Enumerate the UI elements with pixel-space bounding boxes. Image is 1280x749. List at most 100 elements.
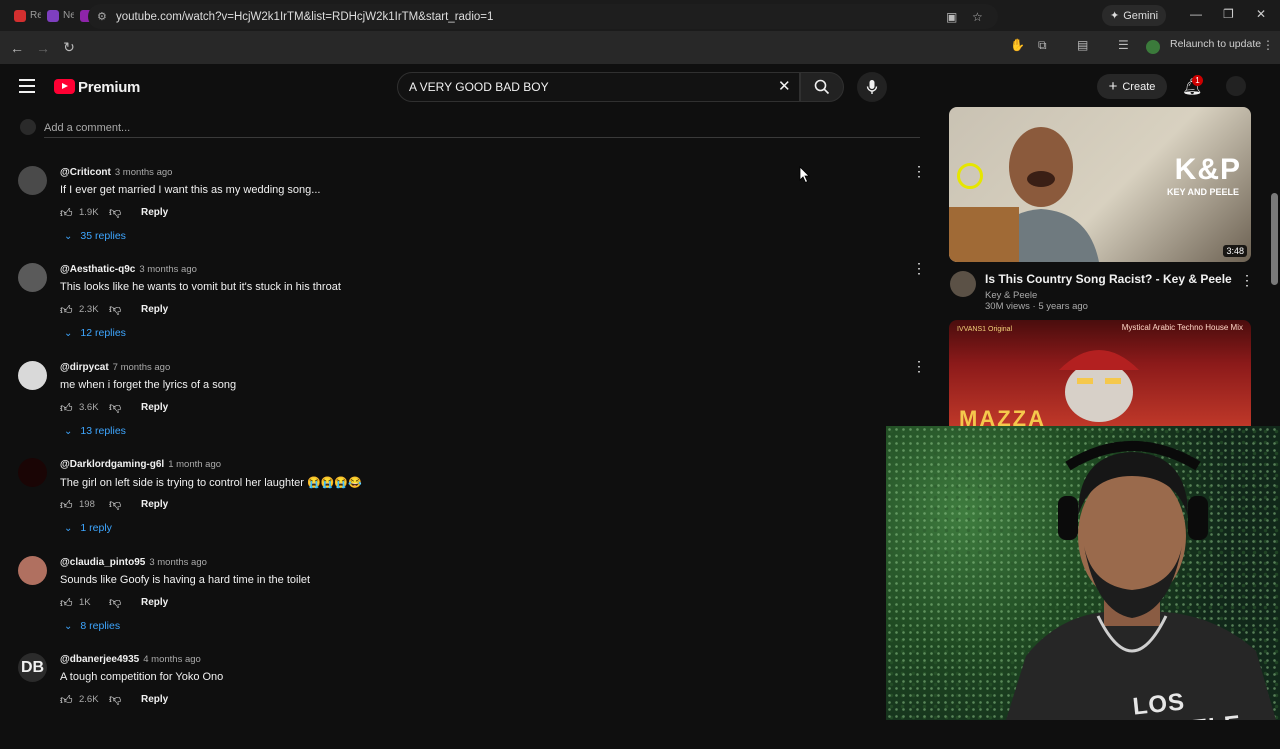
maximize-icon[interactable]: ❐ — [1223, 7, 1234, 21]
comment-timestamp[interactable]: 3 months ago — [139, 264, 197, 275]
tab-favicon-icon — [47, 9, 59, 22]
browser-tab[interactable]: Re — [8, 4, 41, 28]
dislike-icon[interactable]: 👎︎ — [109, 497, 123, 512]
gemini-button[interactable]: ✦ Gemini — [1102, 5, 1166, 26]
comment-author[interactable]: @Criticont — [60, 167, 111, 178]
commenter-avatar[interactable]: DB — [18, 653, 47, 682]
like-icon[interactable]: 👍︎ — [60, 207, 73, 219]
relaunch-to-update-button[interactable]: Relaunch to update — [1170, 38, 1261, 50]
dislike-icon[interactable]: 👎︎ — [109, 302, 123, 317]
browser-tab[interactable]: Ne — [41, 4, 74, 28]
comment-timestamp[interactable]: 3 months ago — [115, 167, 173, 178]
video-title[interactable]: Is This Country Song Racist? - Key & Pee… — [985, 272, 1232, 286]
replies-count: 12 replies — [80, 327, 126, 339]
tab-favicon-icon — [14, 9, 26, 22]
channel-name[interactable]: Key & Peele — [985, 290, 1037, 301]
like-icon[interactable]: 👍︎ — [60, 499, 73, 511]
bookmark-star-icon[interactable]: ☆ — [972, 10, 983, 24]
create-button[interactable]: + Create — [1097, 74, 1167, 99]
like-icon[interactable]: 👍︎ — [60, 694, 73, 706]
commenter-avatar[interactable] — [18, 556, 47, 585]
comment-timestamp[interactable]: 4 months ago — [143, 654, 201, 665]
dislike-icon[interactable]: 👎︎ — [109, 400, 123, 415]
comment-more-actions-icon[interactable]: ⋮ — [912, 261, 926, 275]
replies-count: 1 reply — [80, 522, 112, 534]
commenter-avatar[interactable] — [18, 263, 47, 292]
url-text: youtube.com/watch?v=HcjW2k1IrTM&list=RDH… — [116, 10, 494, 23]
video-meta: Key & Peele 30M views · 5 years ago — [985, 290, 1088, 312]
tab-search-icon[interactable]: ☰ — [1118, 38, 1129, 52]
comment-more-actions-icon[interactable]: ⋮ — [912, 359, 926, 373]
view-replies-button[interactable]: ⌄ 8 replies — [64, 620, 120, 632]
comment-timestamp[interactable]: 1 month ago — [168, 459, 221, 470]
back-icon[interactable]: ← — [4, 40, 30, 56]
like-icon[interactable]: 👍︎ — [60, 304, 73, 316]
video-duration: 3:48 — [1223, 245, 1247, 257]
comment-header: @claudia_pinto95 3 months ago — [60, 557, 207, 568]
premium-label[interactable]: Premium — [78, 79, 140, 96]
like-icon[interactable]: 👍︎ — [60, 597, 73, 609]
scrollbar-thumb[interactable] — [1271, 193, 1278, 285]
video-thumbnail[interactable]: K&P KEY AND PEELE 3:48 — [949, 107, 1251, 262]
cast-icon[interactable]: ▣ — [946, 10, 957, 24]
address-bar[interactable]: ⚙ youtube.com/watch?v=HcjW2k1IrTM&list=R… — [88, 4, 998, 29]
search-button[interactable] — [800, 72, 844, 102]
clear-search-icon[interactable]: ✕ — [778, 77, 791, 95]
reply-button[interactable]: Reply — [141, 207, 168, 218]
extension-icon[interactable]: ✋ — [1010, 38, 1025, 52]
profile-avatar[interactable] — [1146, 40, 1160, 54]
comment-author[interactable]: @dirpycat — [60, 362, 109, 373]
comment-actions: 👍︎ 3.6K 👎︎ Reply — [60, 400, 168, 415]
comment-more-actions-icon[interactable]: ⋮ — [912, 164, 926, 178]
menu-icon[interactable] — [19, 79, 35, 97]
add-comment-input[interactable]: Add a comment... — [44, 122, 920, 138]
dislike-icon[interactable]: 👎︎ — [109, 595, 123, 610]
account-avatar[interactable] — [1226, 76, 1246, 96]
comment-thread: @Aesthatic-q9c 3 months ago This looks lik… — [18, 261, 928, 359]
comment-author[interactable]: @claudia_pinto95 — [60, 557, 145, 568]
commenter-avatar[interactable] — [18, 166, 47, 195]
comment-header: @Darklordgaming-g6l 1 month ago — [60, 459, 221, 470]
thumbnail-title: K&P — [1174, 153, 1241, 186]
comment-timestamp[interactable]: 7 months ago — [113, 362, 171, 373]
reply-button[interactable]: Reply — [141, 304, 168, 315]
chevron-down-icon: ⌄ — [64, 230, 73, 242]
channel-avatar[interactable] — [950, 271, 976, 297]
video-thumbnail-2[interactable]: IVVANS1 Original Mystical Arabic Techno … — [949, 320, 1251, 430]
like-icon[interactable]: 👍︎ — [60, 402, 73, 414]
like-count: 2.6K — [79, 694, 99, 705]
comment-author[interactable]: @Aesthatic-q9c — [60, 264, 135, 275]
tab-title: Re — [30, 10, 41, 21]
youtube-logo-icon[interactable] — [54, 79, 75, 94]
view-replies-button[interactable]: ⌄ 12 replies — [64, 327, 126, 339]
view-replies-button[interactable]: ⌄ 1 reply — [64, 522, 112, 534]
tab-title: Ne — [63, 10, 74, 21]
media-control-icon[interactable]: ▤ — [1077, 38, 1088, 52]
view-replies-button[interactable]: ⌄ 13 replies — [64, 425, 126, 437]
webcam-overlay: LOS ANGELE — [886, 426, 1280, 720]
reply-button[interactable]: Reply — [141, 694, 168, 705]
thumbnail-subtitle: KEY AND PEELE — [1166, 187, 1239, 197]
reply-button[interactable]: Reply — [141, 597, 168, 608]
extensions-puzzle-icon[interactable]: ⧉ — [1038, 38, 1047, 53]
comment-timestamp[interactable]: 3 months ago — [149, 557, 207, 568]
video-more-actions-icon[interactable]: ⋮ — [1240, 272, 1254, 289]
comment-author[interactable]: @dbanerjee4935 — [60, 654, 139, 665]
minimize-icon[interactable]: — — [1190, 7, 1202, 21]
commenter-avatar[interactable] — [18, 458, 47, 487]
reload-icon[interactable]: ↻ — [56, 39, 82, 56]
comment-author[interactable]: @Darklordgaming-g6l — [60, 459, 164, 470]
dislike-icon[interactable]: 👎︎ — [109, 205, 123, 220]
forward-icon[interactable]: → — [30, 40, 56, 56]
browser-menu-icon[interactable]: ⋮ — [1262, 38, 1274, 52]
site-info-icon[interactable]: ⚙ — [97, 10, 107, 23]
dislike-icon[interactable]: 👎︎ — [109, 692, 123, 707]
commenter-avatar[interactable] — [18, 361, 47, 390]
gemini-label: Gemini — [1123, 9, 1159, 22]
reply-button[interactable]: Reply — [141, 499, 168, 510]
view-replies-button[interactable]: ⌄ 35 replies — [64, 230, 126, 242]
reply-button[interactable]: Reply — [141, 402, 168, 413]
search-input[interactable]: A VERY GOOD BAD BOY — [397, 72, 800, 102]
close-window-icon[interactable]: ✕ — [1256, 7, 1266, 21]
voice-search-button[interactable] — [857, 72, 887, 102]
